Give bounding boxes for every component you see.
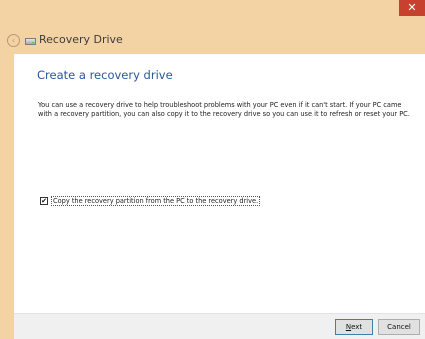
description-text: You can use a recovery drive to help tro… bbox=[38, 101, 410, 118]
copy-partition-label[interactable]: Copy the recovery partition from the PC … bbox=[51, 196, 261, 206]
back-arrow-icon: ‹ bbox=[11, 36, 16, 45]
window-title: Recovery Drive bbox=[39, 33, 123, 46]
drive-icon bbox=[25, 38, 36, 45]
close-icon: ✕ bbox=[407, 1, 417, 14]
page-title: Create a recovery drive bbox=[37, 68, 173, 82]
main-content: Create a recovery drive You can use a re… bbox=[14, 54, 425, 313]
back-button[interactable]: ‹ bbox=[7, 34, 20, 47]
cancel-button[interactable]: Cancel bbox=[378, 319, 420, 335]
checkmark-icon: ✔ bbox=[41, 196, 47, 205]
footer-bar: Next Cancel bbox=[14, 313, 425, 339]
copy-partition-checkbox[interactable]: ✔ bbox=[40, 197, 48, 205]
next-label-rest: ext bbox=[351, 323, 363, 331]
copy-partition-option[interactable]: ✔ Copy the recovery partition from the P… bbox=[40, 196, 261, 206]
recovery-drive-window: ✕ ‹ Recovery Drive Create a recovery dri… bbox=[0, 0, 425, 339]
close-button[interactable]: ✕ bbox=[399, 0, 425, 16]
title-bar: ✕ ‹ Recovery Drive bbox=[0, 0, 425, 54]
next-button[interactable]: Next bbox=[335, 319, 373, 335]
